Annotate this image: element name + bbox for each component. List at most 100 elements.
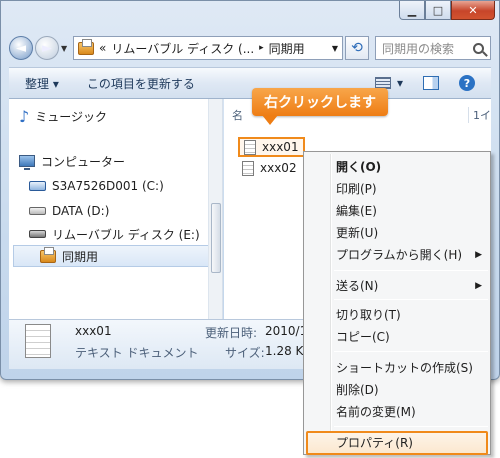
sidebar-item-label: 同期用 xyxy=(62,249,99,264)
context-menu: 開く(O) 印刷(P) 編集(E) 更新(U) プログラムから開く(H) ▶ 送る(N) ▶ 切… xyxy=(303,151,491,455)
folder-sync-icon xyxy=(40,246,56,263)
refresh-button[interactable]: ⟲ xyxy=(345,36,369,60)
update-item-button[interactable]: この項目を更新する xyxy=(87,75,195,92)
details-modified-label: 更新日時: xyxy=(205,326,258,340)
menu-separator xyxy=(334,299,488,300)
file-name: xxx01 xyxy=(262,140,299,154)
music-note-icon: ♪ xyxy=(19,106,30,126)
menu-item-label: 印刷(P) xyxy=(336,182,377,196)
menu-item[interactable]: 編集(E) xyxy=(336,200,486,222)
navigation-pane: ♪ ミュージック コンピューター S3A7526D001 (C:) DATA (… xyxy=(9,99,223,319)
sidebar-item-label: DATA (D:) xyxy=(52,204,110,218)
menu-item[interactable]: コピー(C) xyxy=(336,326,486,348)
maximize-button[interactable]: □ xyxy=(425,1,451,20)
sidebar-item-drive-c[interactable]: S3A7526D001 (C:) xyxy=(29,175,164,197)
scrollbar-thumb[interactable] xyxy=(211,203,221,273)
menu-item[interactable]: プログラムから開く(H) ▶ xyxy=(336,244,486,266)
menu-item[interactable]: 切り取り(T) xyxy=(336,304,486,326)
sidebar-item-label: リムーバブル ディスク (E:) xyxy=(52,227,200,242)
address-dropdown-icon[interactable]: ▼ xyxy=(332,44,338,53)
menu-item-label: 開く(O) xyxy=(336,160,382,174)
menu-item[interactable]: 更新(U) xyxy=(336,222,486,244)
removable-disk-icon xyxy=(29,230,46,238)
recent-pages-button[interactable]: ▼ xyxy=(61,44,71,53)
breadcrumb-separator-icon[interactable]: ▸ xyxy=(259,43,264,53)
submenu-arrow-icon: ▶ xyxy=(475,281,482,291)
list-item-file-1[interactable]: xxx01 xyxy=(238,137,305,157)
sidebar-item-sync-folder[interactable]: 同期用 xyxy=(13,245,209,267)
menu-item[interactable]: プロパティ(R) xyxy=(336,432,486,454)
menu-item[interactable]: ショートカットの作成(S) xyxy=(336,357,486,379)
menu-item-label: 更新(U) xyxy=(336,226,379,240)
menu-item-label: 編集(E) xyxy=(336,204,377,218)
details-file-type: テキスト ドキュメント xyxy=(75,346,199,360)
navigation-bar: ◄ ► ▼ « リムーバブル ディスク (... ▸ 同期用 ▼ ⟲ 同期用の検… xyxy=(9,35,491,61)
folder-sync-icon xyxy=(78,38,94,55)
preview-pane-icon[interactable] xyxy=(423,76,439,90)
forward-button[interactable]: ► xyxy=(35,36,59,60)
system-drive-icon xyxy=(29,181,46,191)
view-dropdown-icon: ▾ xyxy=(396,76,403,90)
close-button[interactable]: ✕ xyxy=(451,1,495,20)
menu-item-label: 名前の変更(M) xyxy=(336,405,416,419)
menu-item[interactable]: 削除(D) xyxy=(336,379,486,401)
sidebar-item-drive-e[interactable]: リムーバブル ディスク (E:) xyxy=(29,223,200,245)
menu-item-label: コピー(C) xyxy=(336,330,390,344)
column-header-name[interactable]: 名 xyxy=(232,107,243,123)
refresh-icon: ⟲ xyxy=(351,40,363,56)
instruction-callout: 右クリックします xyxy=(252,88,388,125)
caption-buttons: ▁ □ ✕ xyxy=(399,1,495,21)
breadcrumb-removable-disk[interactable]: リムーバブル ディスク (... xyxy=(111,40,254,57)
organize-label: 整理 ▾ xyxy=(25,76,59,91)
menu-item-label: プログラムから開く(H) xyxy=(336,248,463,262)
menu-item[interactable]: 名前の変更(M) xyxy=(336,401,486,423)
details-size-label: サイズ: xyxy=(225,346,265,360)
menu-separator xyxy=(334,426,488,427)
help-icon[interactable]: ? xyxy=(459,75,475,91)
menu-separator xyxy=(334,270,488,271)
details-modified-value: 2010/1 xyxy=(265,324,308,338)
menu-item-label: プロパティ(R) xyxy=(336,436,413,450)
search-placeholder: 同期用の検索 xyxy=(382,41,455,56)
details-size-value: 1.28 K xyxy=(265,344,304,358)
sidebar-item-label: コンピューター xyxy=(41,154,126,169)
toolbar-right-group: ▾ ? xyxy=(374,75,475,91)
menu-item[interactable]: 印刷(P) xyxy=(336,178,486,200)
menu-item-label: 送る(N) xyxy=(336,279,379,293)
sidebar-item-label: ミュージック xyxy=(35,109,107,124)
text-document-large-icon xyxy=(25,324,51,358)
details-file-name: xxx01 xyxy=(75,324,112,338)
address-bar[interactable]: « リムーバブル ディスク (... ▸ 同期用 ▼ xyxy=(73,36,343,60)
search-input[interactable]: 同期用の検索 xyxy=(375,36,491,60)
menu-item[interactable]: 開く(O) xyxy=(336,156,486,178)
back-button[interactable]: ◄ xyxy=(9,36,33,60)
back-arrow-icon: ◄ xyxy=(16,40,26,56)
sidebar-item-label: S3A7526D001 (C:) xyxy=(52,179,164,193)
sidebar-item-computer[interactable]: コンピューター xyxy=(19,150,125,172)
organize-button[interactable]: 整理 ▾ xyxy=(25,75,59,92)
chevron-down-icon: ▼ xyxy=(61,43,68,53)
search-icon xyxy=(473,42,484,54)
text-document-icon xyxy=(244,139,256,155)
menu-separator xyxy=(334,351,488,352)
sidebar-item-music[interactable]: ♪ ミュージック xyxy=(19,105,107,127)
address-overflow-chevron[interactable]: « xyxy=(99,41,106,55)
text-document-icon xyxy=(242,160,254,176)
menu-item-label: ショートカットの作成(S) xyxy=(336,361,473,375)
computer-icon xyxy=(19,155,35,170)
list-item-file-2[interactable]: xxx02 xyxy=(238,158,301,178)
minimize-button[interactable]: ▁ xyxy=(399,1,425,20)
submenu-arrow-icon: ▶ xyxy=(475,250,482,260)
hard-drive-icon xyxy=(29,207,46,215)
menu-item-label: 削除(D) xyxy=(336,383,379,397)
file-name: xxx02 xyxy=(260,161,297,175)
command-bar: 整理 ▾ この項目を更新する ▾ ? xyxy=(9,67,491,99)
forward-arrow-icon: ► xyxy=(42,40,52,56)
menu-item-label: 切り取り(T) xyxy=(336,308,401,322)
sidebar-item-drive-d[interactable]: DATA (D:) xyxy=(29,200,109,222)
sidebar-scrollbar[interactable] xyxy=(208,99,222,319)
update-item-label: この項目を更新する xyxy=(86,76,195,91)
menu-item[interactable]: 送る(N) ▶ xyxy=(336,275,486,297)
column-header-next[interactable]: 1イ xyxy=(468,107,491,123)
breadcrumb-sync-folder[interactable]: 同期用 xyxy=(269,40,305,57)
